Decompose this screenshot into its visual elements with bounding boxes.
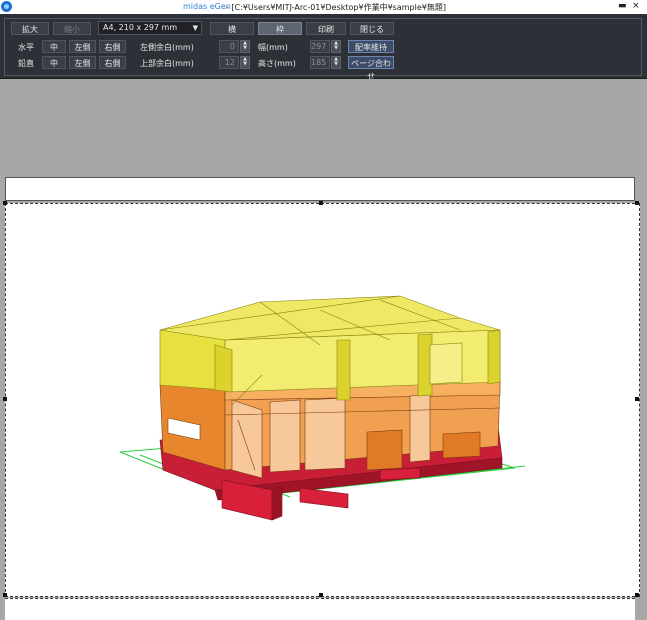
structure-3d-model — [119, 295, 526, 521]
